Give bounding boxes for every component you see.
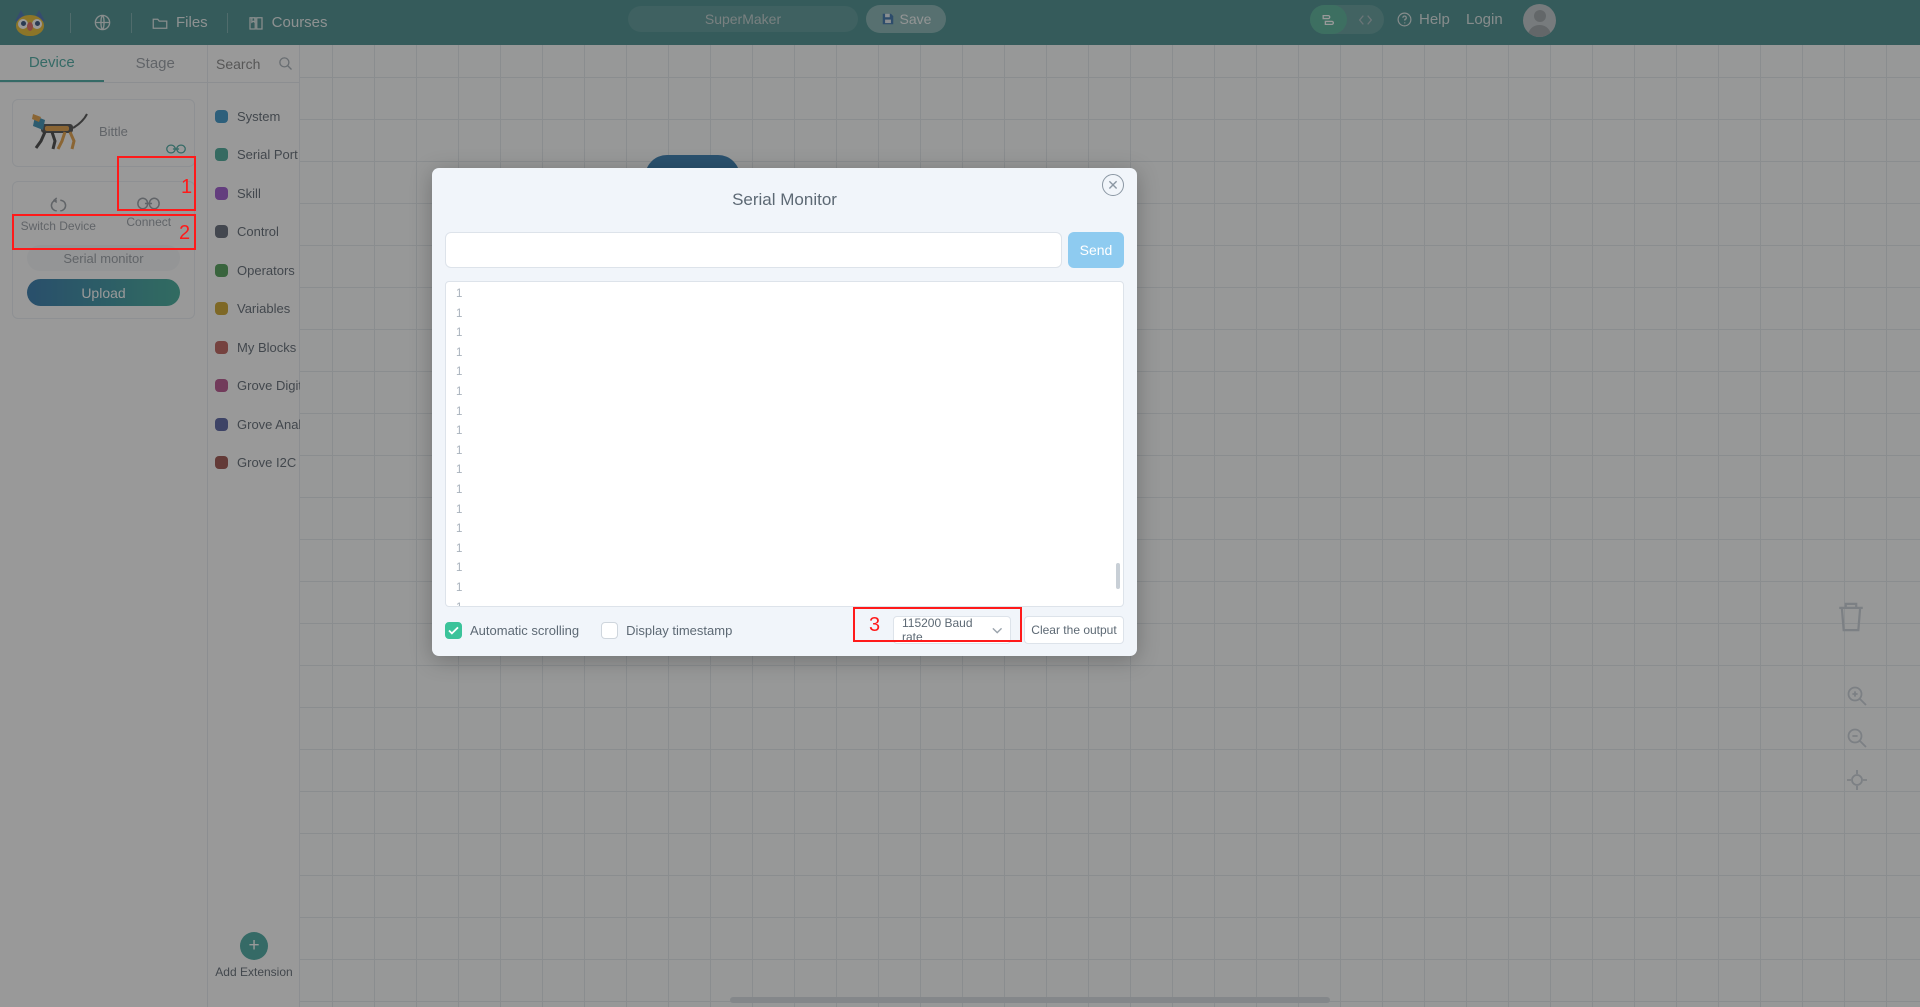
display-timestamp-label: Display timestamp	[626, 622, 733, 638]
annotation-box-2	[12, 214, 196, 250]
clear-output-button[interactable]: Clear the output	[1024, 616, 1124, 644]
dialog-controls-row: Automatic scrolling Display timestamp 11…	[445, 613, 1124, 647]
output-line: 1	[456, 599, 1123, 607]
output-line: 1	[456, 542, 463, 555]
serial-output-area[interactable]: 1111111111111111111	[445, 281, 1124, 607]
serial-monitor-dialog: ✕ Serial Monitor Send 111111111111111111…	[432, 168, 1137, 656]
output-line: 1	[456, 288, 463, 300]
send-button[interactable]: Send	[1068, 232, 1124, 268]
output-line: 1	[456, 464, 463, 477]
output-line: 1	[456, 523, 463, 536]
output-line: 1	[456, 425, 463, 438]
display-timestamp-checkbox[interactable]	[601, 621, 619, 639]
output-line: 1	[456, 483, 463, 496]
output-line: 1	[456, 327, 463, 340]
annotation-number-1: 1	[181, 176, 193, 198]
output-line: 1	[456, 581, 463, 594]
output-scrollbar[interactable]	[1116, 563, 1120, 589]
automatic-scrolling-checkbox[interactable]	[445, 621, 462, 639]
app-root: Files Courses SuperMaker Save	[0, 0, 1920, 1007]
output-line: 1	[456, 366, 463, 379]
output-line: 1	[456, 444, 463, 457]
automatic-scrolling-label: Automatic scrolling	[470, 622, 580, 638]
output-line: 1	[456, 562, 463, 575]
output-line: 1	[456, 405, 463, 418]
dialog-title: Serial Monitor	[732, 190, 837, 209]
annotation-number-2: 2	[179, 222, 191, 244]
output-line: 1	[456, 307, 463, 320]
output-line: 1	[456, 385, 463, 398]
annotation-number-3: 3	[869, 614, 881, 636]
send-row: Send	[445, 232, 1124, 268]
serial-send-input[interactable]	[445, 232, 1062, 268]
output-line: 1	[456, 346, 463, 359]
output-line: 1	[456, 503, 463, 516]
